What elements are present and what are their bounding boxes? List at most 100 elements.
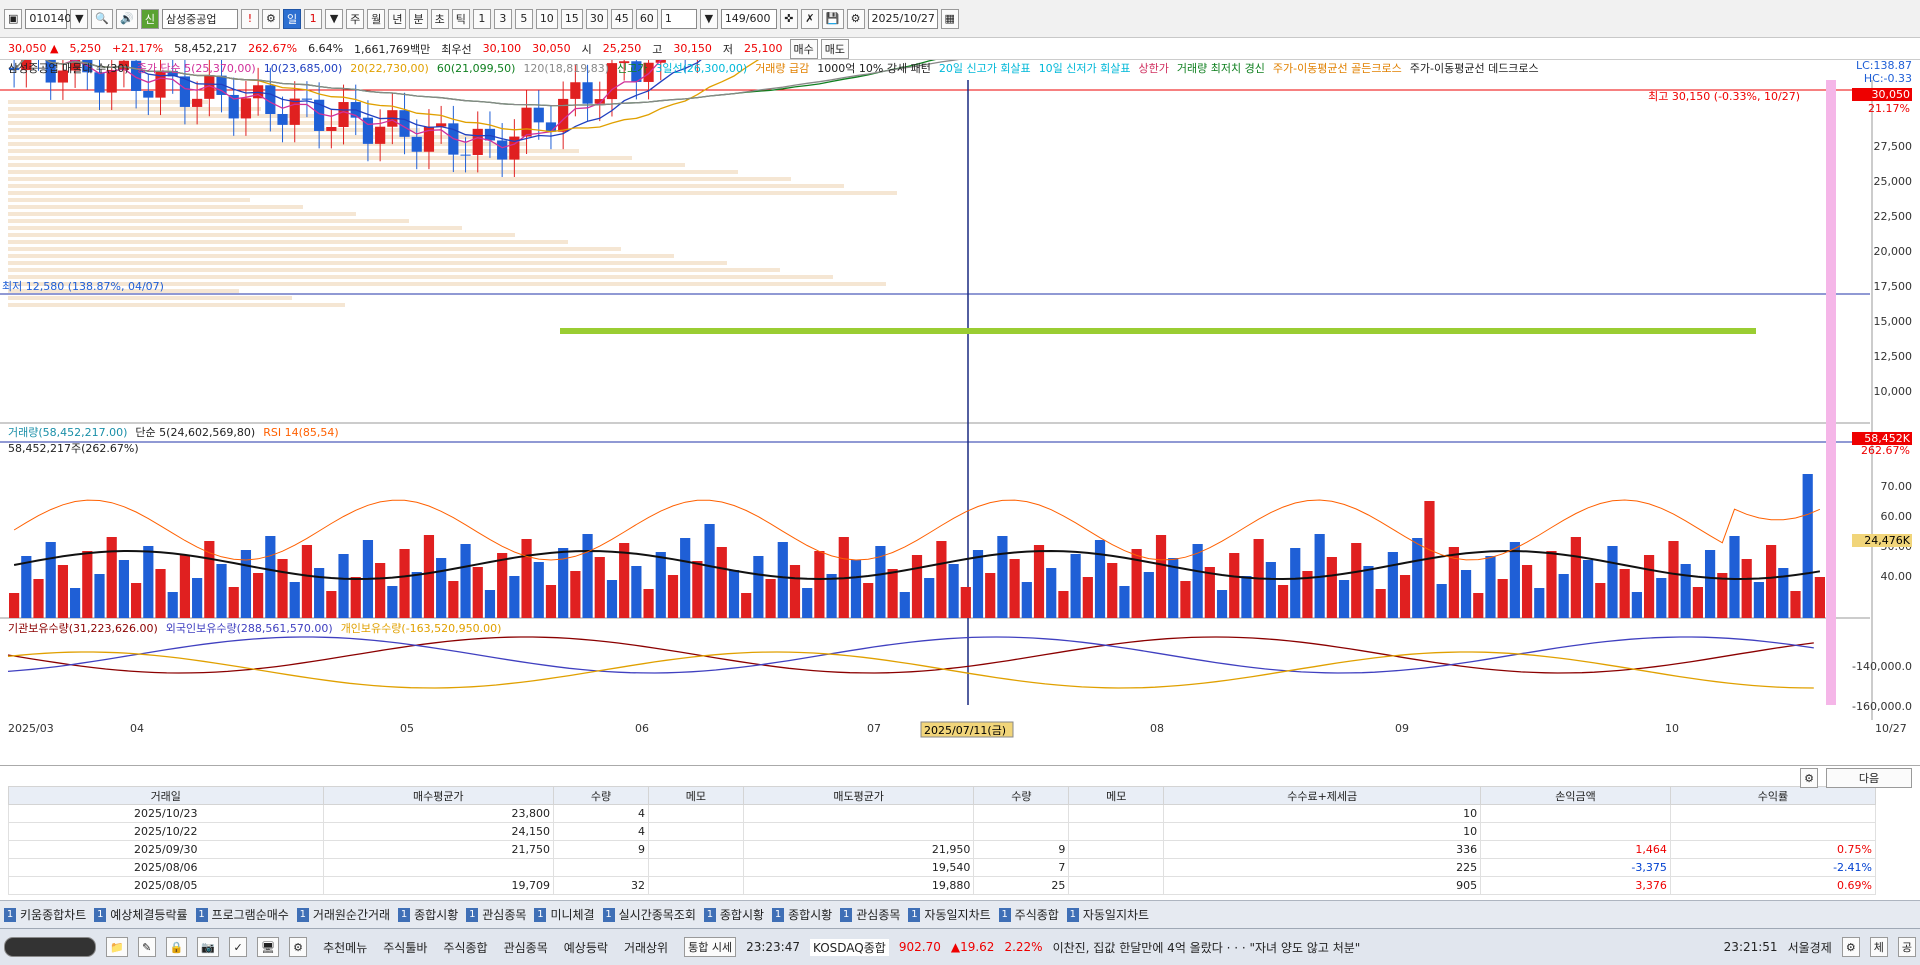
grid-header-1[interactable]: 매수평균가	[322, 786, 555, 805]
minute-15[interactable]: 15	[560, 8, 583, 29]
grid-header-5[interactable]: 수량	[973, 786, 1070, 805]
grid-header-2[interactable]: 수량	[553, 786, 649, 805]
tab-daily[interactable]: 일	[282, 8, 302, 29]
crosshair-icon[interactable]: ✜	[779, 8, 798, 29]
period-dropdown-icon[interactable]: ▼	[325, 8, 344, 29]
grid-cell: 2025/09/30	[8, 840, 324, 859]
sell-button[interactable]: 매도	[820, 38, 850, 59]
volume-bar	[1460, 570, 1472, 618]
status-menu-item[interactable]: 주식종합	[437, 937, 493, 958]
task-number-icon: 1	[840, 907, 853, 922]
status-menu-item[interactable]: 추천메뉴	[317, 937, 373, 958]
task-item[interactable]: 1 주식종합	[998, 906, 1059, 923]
task-item[interactable]: 1 실시간종목조회	[602, 906, 696, 923]
news-ticker[interactable]: 이찬진, 집값 한달만에 4억 올랐다 · · · "자녀 양도 않고 처분"	[1053, 939, 1714, 956]
table-row[interactable]: 2025/08/05 19,709 32 19,880 25 905 3,376 0.69%	[8, 876, 1877, 895]
minute-45[interactable]: 45	[610, 8, 633, 29]
status-menu-item[interactable]: 주식툴바	[377, 937, 433, 958]
grid-header-8[interactable]: 손익금액	[1480, 786, 1671, 805]
buy-button[interactable]: 매수	[789, 38, 818, 59]
stock-name: 삼성중공업	[161, 8, 238, 29]
camera-icon[interactable]: 📷	[197, 937, 220, 957]
window-icon[interactable]: ▣	[4, 8, 23, 29]
grid-settings-icon[interactable]: ⚙	[1800, 768, 1818, 788]
next-button[interactable]: 다음	[1826, 768, 1912, 788]
monitor-icon[interactable]: 🖥	[257, 937, 280, 957]
grid-cell: 19,880	[742, 876, 975, 895]
minute-3[interactable]: 3	[493, 8, 512, 29]
speaker-icon[interactable]: 🔊	[116, 8, 138, 29]
credit-badge[interactable]: 신	[140, 8, 159, 29]
save-icon[interactable]: 💾	[821, 8, 844, 29]
status-menu-item[interactable]: 거래상위	[618, 937, 674, 958]
settings-icon[interactable]: ⚙	[261, 8, 280, 29]
minute-5[interactable]: 5	[514, 8, 533, 29]
task-item[interactable]: 1 관심종목	[840, 906, 900, 923]
volume-bar	[1326, 557, 1337, 618]
tab-tick[interactable]: 틱	[451, 8, 470, 29]
table-row[interactable]: 2025/08/06 19,540 7 225 -3,375 -2.41%	[8, 858, 1877, 877]
date-input[interactable]: 2025/10/27	[867, 8, 938, 29]
volume-bar	[1753, 582, 1764, 618]
volume-bar	[1119, 586, 1130, 618]
count-input[interactable]: 1	[660, 8, 697, 29]
gear-icon[interactable]: ⚙	[289, 937, 308, 957]
stock-code-input[interactable]: 010140	[25, 8, 71, 29]
tab-weekly[interactable]: 주	[346, 8, 365, 29]
tab-monthly[interactable]: 월	[367, 8, 386, 29]
table-row[interactable]: 2025/10/22 24,150 4 10	[8, 822, 1877, 841]
grid-header-0[interactable]: 거래일	[8, 786, 324, 805]
task-item[interactable]: 1 종합시황	[703, 906, 764, 923]
table-row[interactable]: 2025/10/23 23,800 4 10	[8, 804, 1877, 823]
task-item[interactable]: 1 자동일지차트	[1066, 906, 1149, 923]
task-item[interactable]: 1 예상체결등락률	[94, 906, 188, 923]
notice-button[interactable]: 공	[1897, 937, 1916, 957]
task-item[interactable]: 1 자동일지차트	[908, 906, 991, 923]
search-icon[interactable]: 🔍	[91, 8, 114, 29]
count-dropdown-icon[interactable]: ▼	[699, 8, 718, 29]
tab-yearly[interactable]: 년	[388, 8, 407, 29]
config-icon[interactable]: ⚙	[846, 8, 865, 29]
minute-1[interactable]: 1	[472, 8, 491, 29]
task-item[interactable]: 1 종합시황	[772, 906, 832, 923]
grid-cell: 23,800	[322, 804, 555, 823]
code-dropdown-icon[interactable]: ▼	[70, 8, 89, 29]
calendar-icon[interactable]: ▦	[940, 8, 959, 29]
settings-gear-icon[interactable]: ⚙	[1841, 937, 1860, 957]
execution-button[interactable]: 체	[1869, 937, 1888, 957]
grid-header-7[interactable]: 수수료+제세금	[1163, 786, 1482, 805]
grid-header-4[interactable]: 매도평균가	[742, 786, 975, 805]
minute-30[interactable]: 30	[585, 8, 608, 29]
remove-icon[interactable]: ✗	[800, 8, 819, 29]
tab-minute[interactable]: 분	[409, 8, 428, 29]
vol-axis-label: 70.00	[1881, 480, 1913, 493]
integrated-quote-button[interactable]: 통합 시세	[684, 937, 737, 957]
task-item[interactable]: 1 관심종목	[466, 906, 526, 923]
lock-icon[interactable]: 🔒	[165, 937, 188, 957]
price-axis-label: 12,500	[1874, 350, 1913, 363]
table-row[interactable]: 2025/09/30 21,750 9 21,950 9 336 1,464 0.75%	[8, 840, 1877, 859]
task-item[interactable]: 1 키움종합차트	[4, 906, 86, 923]
stock-chart[interactable]: 27,500 25,000 22,500 20,000 17,500 15,000 12,5…	[0, 60, 1920, 760]
grid-header-9[interactable]: 수익률	[1669, 786, 1877, 805]
task-item[interactable]: 1 종합시황	[398, 906, 458, 923]
folder-icon[interactable]: 📁	[106, 937, 128, 957]
brush-icon[interactable]: ✎	[137, 937, 156, 957]
minute-10[interactable]: 10	[535, 8, 558, 29]
task-item[interactable]: 1 거래원순간거래	[296, 906, 390, 923]
news-source[interactable]: 서울경제	[1788, 939, 1832, 956]
period-count[interactable]: 1	[304, 8, 323, 29]
grid-cell: 2025/10/23	[8, 804, 324, 823]
status-menu-item[interactable]: 관심종목	[498, 937, 554, 958]
minute-60[interactable]: 60	[635, 8, 658, 29]
grid-header-3[interactable]: 메모	[647, 786, 744, 805]
menu-search-input[interactable]	[4, 937, 96, 957]
alert-button[interactable]: !	[240, 8, 259, 29]
status-menu-item[interactable]: 예상등락	[558, 937, 614, 958]
task-item[interactable]: 1 미니체결	[534, 906, 595, 923]
grid-header-6[interactable]: 메모	[1068, 786, 1165, 805]
task-item[interactable]: 1 프로그램순매수	[195, 906, 289, 923]
check-icon[interactable]: ✓	[229, 937, 248, 957]
volume-profile-bar	[8, 156, 632, 160]
tab-second[interactable]: 초	[430, 8, 449, 29]
